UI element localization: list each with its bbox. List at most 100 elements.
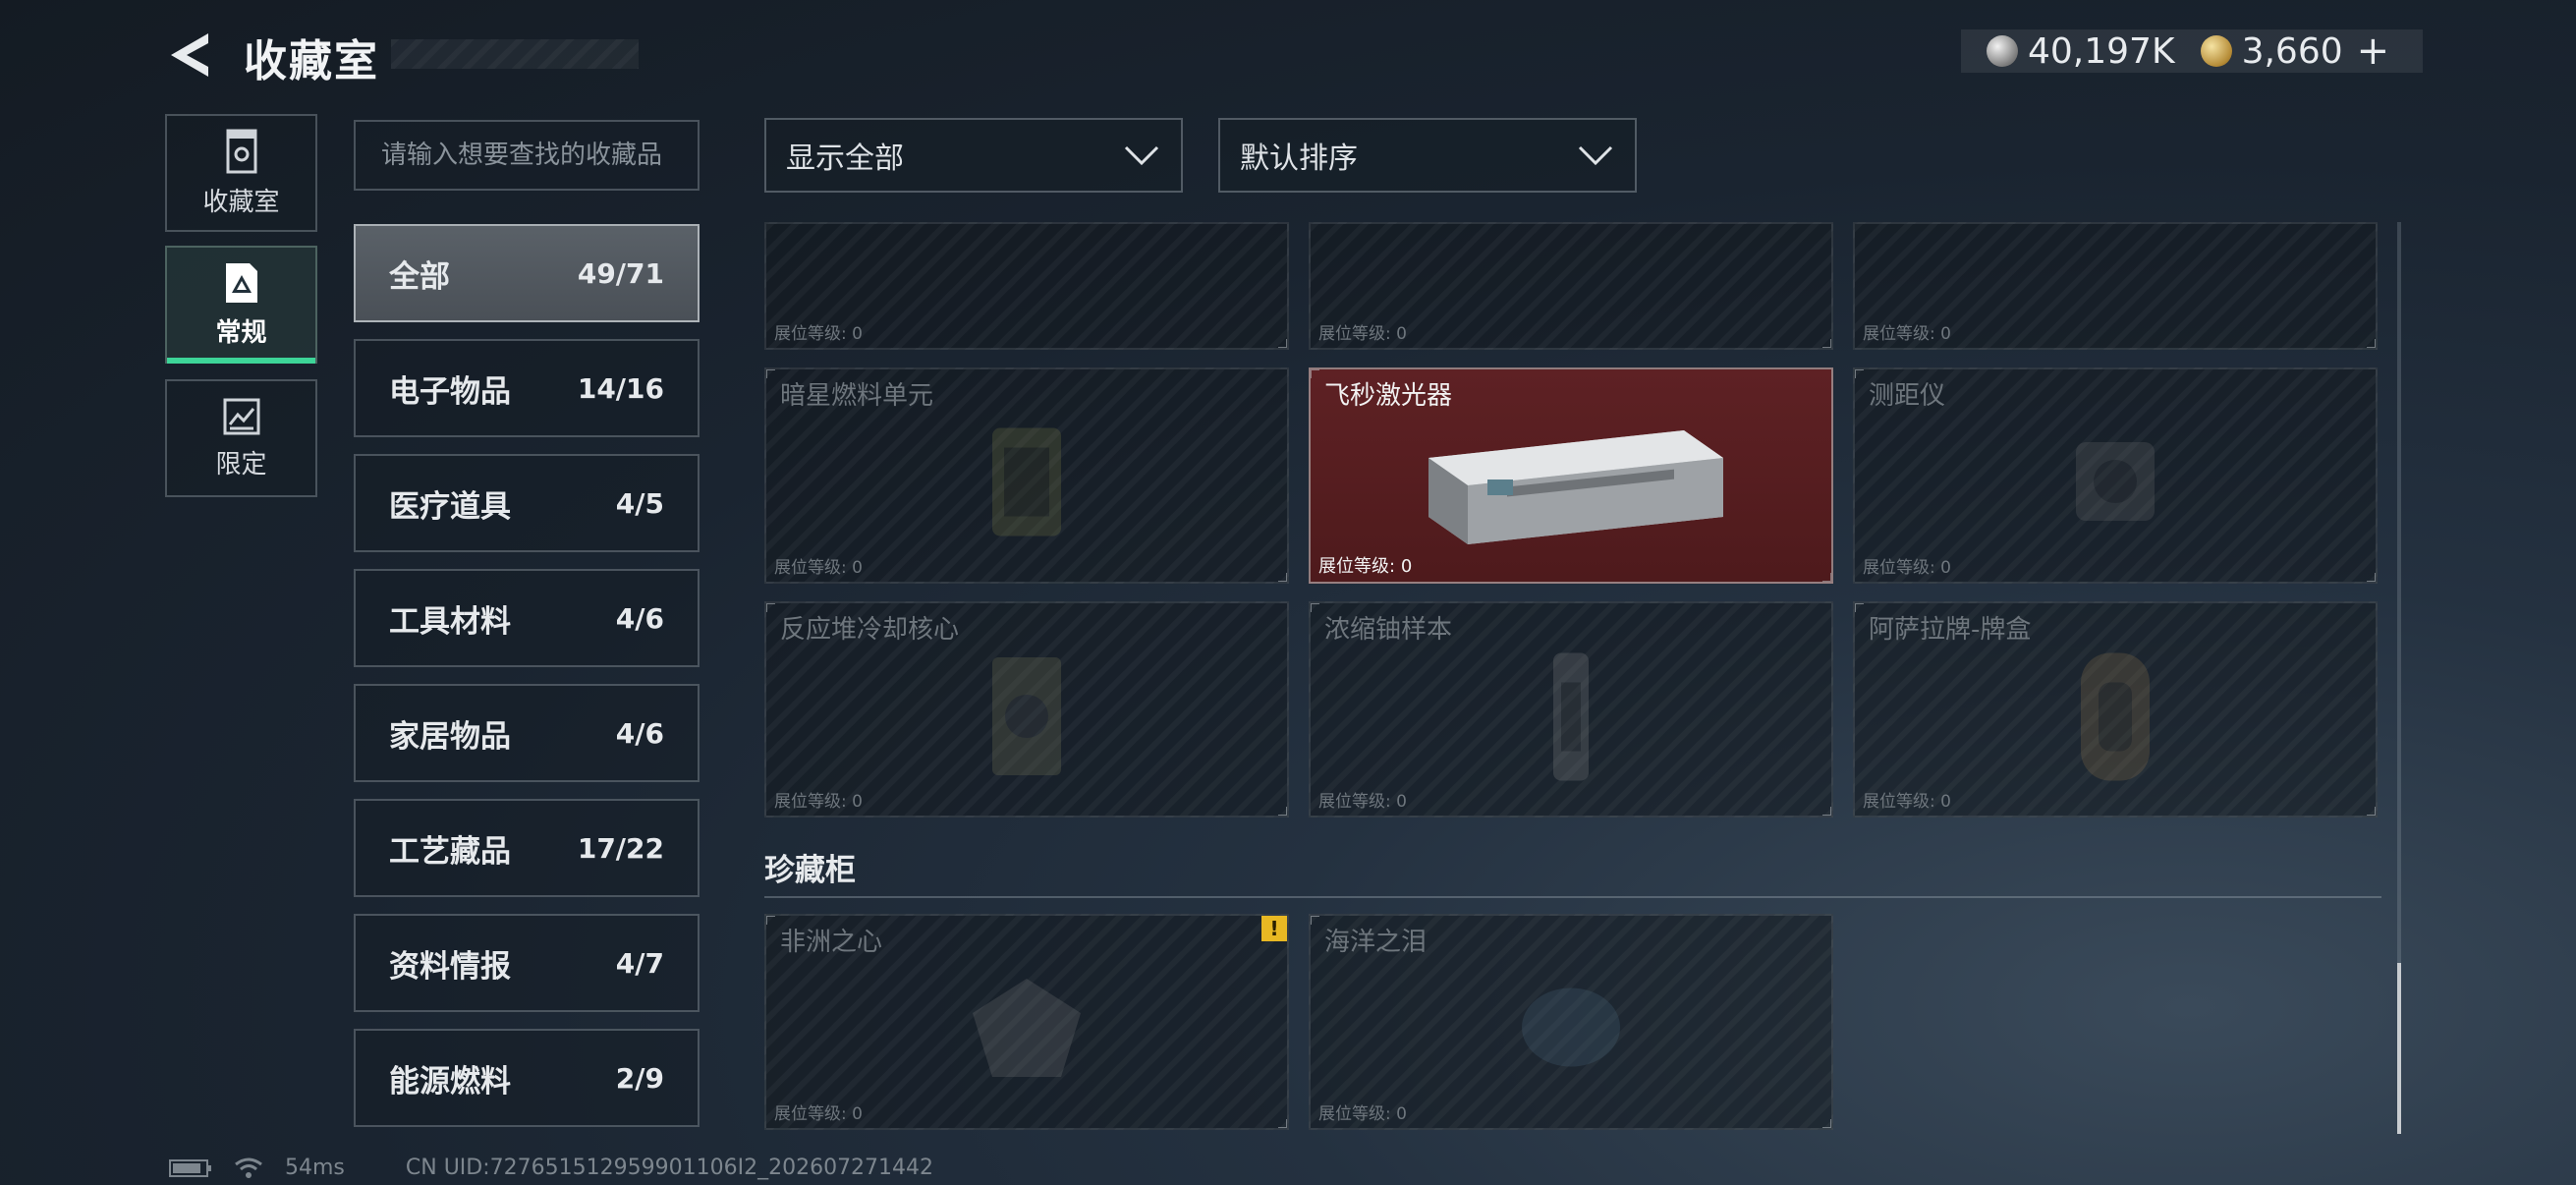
card-level: 展位等级: 0 — [1318, 556, 1413, 577]
currency-bar: 40,197K 3,660 + — [1961, 28, 2423, 74]
category-tools[interactable]: 工具材料 4/6 — [354, 569, 700, 667]
collection-card-uranium-sample[interactable]: 浓缩铀样本 展位等级: 0 — [1309, 601, 1833, 818]
section-divider — [764, 896, 2381, 898]
card-level: 展位等级: 0 — [1863, 324, 1951, 344]
treasure-card-tear-of-ocean[interactable]: 海洋之泪 展位等级: 0 — [1309, 914, 1833, 1130]
title-decoration — [391, 39, 639, 69]
reactor-core-icon — [992, 657, 1061, 775]
card-corner — [1311, 369, 1319, 378]
collection-card-dark-star-fuel[interactable]: 暗星燃料单元 展位等级: 0 — [764, 367, 1289, 584]
filter-dropdown[interactable]: 显示全部 — [764, 118, 1183, 193]
card-corner — [2367, 339, 2376, 348]
regular-icon — [225, 262, 257, 303]
category-crafts[interactable]: 工艺藏品 17/22 — [354, 799, 700, 897]
add-currency-button[interactable]: + — [2357, 28, 2390, 74]
section-title: 珍藏柜 — [764, 853, 856, 888]
fuel-cell-icon — [992, 427, 1061, 536]
laser-device-icon — [1428, 430, 1723, 544]
gem-icon — [973, 979, 1081, 1077]
category-fuel[interactable]: 能源燃料 2/9 — [354, 1029, 700, 1127]
sort-dropdown[interactable]: 默认排序 — [1218, 118, 1637, 193]
card-level: 展位等级: 0 — [774, 558, 863, 578]
card-level: 展位等级: 0 — [1318, 1104, 1407, 1124]
nav-tab-limited[interactable]: 限定 — [165, 379, 317, 497]
card-corner — [1822, 1119, 1831, 1128]
category-name: 全部 — [389, 258, 450, 295]
rangefinder-icon — [2076, 442, 2155, 521]
category-intel[interactable]: 资料情报 4/7 — [354, 914, 700, 1012]
search-input[interactable] — [354, 120, 700, 191]
category-name: 工艺藏品 — [389, 833, 511, 870]
category-count: 14/16 — [577, 371, 664, 405]
back-arrow-icon — [171, 33, 208, 77]
battery-icon — [169, 1158, 211, 1177]
card-name: 浓缩铀样本 — [1324, 615, 1453, 645]
category-count: 17/22 — [577, 831, 664, 865]
card-name: 海洋之泪 — [1324, 928, 1428, 957]
card-level: 展位等级: 0 — [1863, 792, 1951, 812]
card-corner — [1855, 369, 1864, 378]
collection-card[interactable]: 展位等级: 0 — [1309, 222, 1833, 350]
chevron-down-icon — [1578, 145, 1613, 166]
category-count: 4/6 — [615, 601, 664, 635]
card-level: 展位等级: 0 — [1863, 558, 1951, 578]
collection-card-card-box[interactable]: 阿萨拉牌-牌盒 展位等级: 0 — [1853, 601, 2378, 818]
card-corner — [1278, 573, 1287, 582]
limited-icon — [223, 398, 259, 434]
category-name: 工具材料 — [389, 603, 511, 640]
treasure-card-heart-of-africa[interactable]: 非洲之心 展位等级: 0 ! — [764, 914, 1289, 1130]
sort-dropdown-value: 默认排序 — [1240, 141, 1358, 176]
category-name: 资料情报 — [389, 948, 511, 985]
card-box-icon — [2081, 652, 2150, 781]
gold-currency-value: 3,660 — [2241, 30, 2343, 72]
gold-coin-icon — [2200, 35, 2232, 67]
nav-tab-collection-room[interactable]: 收藏室 — [165, 114, 317, 232]
collection-card[interactable]: 展位等级: 0 — [1853, 222, 2378, 350]
warning-badge-icon: ! — [1261, 916, 1287, 941]
card-name: 飞秒激光器 — [1324, 381, 1453, 411]
card-level: 展位等级: 0 — [774, 1104, 863, 1124]
card-corner — [1822, 339, 1831, 348]
card-level: 展位等级: 0 — [774, 792, 863, 812]
nav-tab-label: 常规 — [215, 317, 267, 348]
category-medical[interactable]: 医疗道具 4/5 — [354, 454, 700, 552]
nav-tab-label: 限定 — [215, 449, 267, 480]
category-name: 能源燃料 — [389, 1063, 511, 1100]
card-name: 非洲之心 — [780, 928, 883, 957]
collection-room-icon — [226, 129, 256, 173]
card-corner — [1855, 603, 1864, 612]
category-count: 49/71 — [577, 256, 664, 290]
card-corner — [1278, 339, 1287, 348]
silver-coin-icon — [1987, 35, 2018, 67]
ping-value: 54ms — [285, 1156, 345, 1180]
card-level: 展位等级: 0 — [1318, 324, 1407, 344]
card-name: 暗星燃料单元 — [780, 381, 934, 411]
uranium-vial-icon — [1553, 652, 1589, 781]
card-corner — [2367, 573, 2376, 582]
card-corner — [2367, 807, 2376, 816]
card-corner — [1278, 1119, 1287, 1128]
blue-gem-icon — [1522, 988, 1620, 1067]
scrollbar-thumb[interactable] — [2397, 963, 2401, 1134]
collection-card-femtosecond-laser[interactable]: 飞秒激光器 展位等级: 0 — [1309, 367, 1833, 584]
collection-card[interactable]: 展位等级: 0 — [764, 222, 1289, 350]
nav-tab-label: 收藏室 — [202, 187, 280, 217]
card-corner — [1822, 807, 1831, 816]
collection-card-rangefinder[interactable]: 测距仪 展位等级: 0 — [1853, 367, 2378, 584]
collection-card-reactor-core[interactable]: 反应堆冷却核心 展位等级: 0 — [764, 601, 1289, 818]
card-corner — [1311, 603, 1319, 612]
category-all[interactable]: 全部 49/71 — [354, 224, 700, 322]
back-button[interactable] — [165, 29, 216, 81]
category-count: 4/5 — [615, 486, 664, 520]
category-household[interactable]: 家居物品 4/6 — [354, 684, 700, 782]
category-name: 医疗道具 — [389, 488, 511, 525]
card-corner — [1311, 916, 1319, 925]
nav-tab-regular[interactable]: 常规 — [165, 246, 317, 364]
category-count: 4/7 — [615, 946, 664, 980]
card-corner — [766, 916, 775, 925]
category-electronics[interactable]: 电子物品 14/16 — [354, 339, 700, 437]
card-name: 测距仪 — [1869, 381, 1946, 411]
silver-currency-value: 40,197K — [2028, 30, 2175, 72]
card-level: 展位等级: 0 — [1318, 792, 1407, 812]
category-count: 2/9 — [615, 1061, 664, 1095]
